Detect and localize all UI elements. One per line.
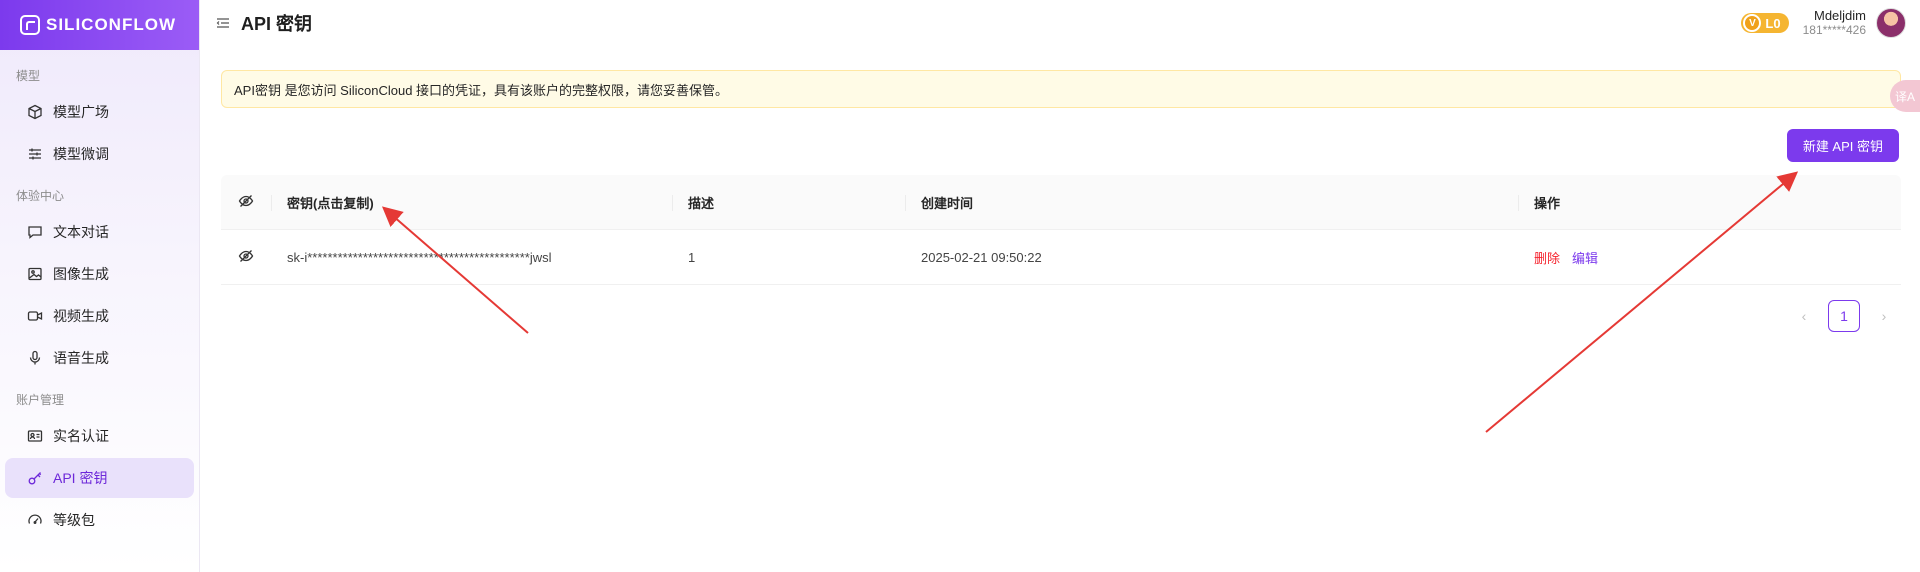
sidebar-item-image-gen[interactable]: 图像生成 (5, 254, 194, 294)
translate-float-button[interactable]: 译A (1890, 80, 1920, 112)
toggle-visibility-all[interactable] (221, 175, 271, 229)
key-description: 1 (688, 249, 696, 265)
sidebar-item-text-chat[interactable]: 文本对话 (5, 212, 194, 252)
sidebar-item-model-square[interactable]: 模型广场 (5, 92, 194, 132)
nav-section-account: 账户管理 (16, 392, 65, 407)
video-icon (27, 308, 43, 324)
topbar: API 密钥 V L0 Mdeljdim 181*****426 (201, 0, 1920, 46)
level-v-icon: V (1743, 14, 1762, 32)
api-key-table: 密钥(点击复制) 描述 创建时间 操作 sk-i****************… (221, 175, 1901, 285)
sidebar-item-api-keys[interactable]: API 密钥 (5, 458, 194, 498)
column-header-created: 创建时间 (905, 175, 1518, 229)
cube-icon (27, 104, 43, 120)
siliconflow-logo-icon (20, 15, 40, 35)
avatar[interactable] (1876, 8, 1906, 38)
key-icon (27, 470, 43, 486)
user-area: V L0 Mdeljdim 181*****426 (1741, 8, 1906, 38)
menu-collapse-icon[interactable] (215, 15, 231, 31)
sidebar-item-label: 图像生成 (53, 266, 109, 282)
gauge-icon (27, 512, 43, 528)
new-api-key-button[interactable]: 新建 API 密钥 (1786, 129, 1899, 162)
user-phone: 181*****426 (1802, 23, 1866, 37)
sidebar-item-label: 等级包 (53, 512, 95, 528)
level-badge[interactable]: V L0 (1741, 13, 1789, 33)
notice-banner: API密钥 是您访问 SiliconCloud 接口的凭证，具有该账户的完整权限… (221, 70, 1901, 108)
column-header-description: 描述 (672, 175, 905, 229)
toggle-visibility-row[interactable] (221, 230, 271, 284)
edit-key-link[interactable]: 编辑 (1572, 248, 1598, 267)
page-title: API 密钥 (241, 14, 313, 34)
key-created-time: 2025-02-21 09:50:22 (921, 249, 1042, 265)
column-header-key: 密钥(点击复制) (271, 175, 672, 229)
sidebar-item-label: 语音生成 (53, 350, 109, 366)
sidebar-item-model-finetune[interactable]: 模型微调 (5, 134, 194, 174)
nav-section-models: 模型 (16, 68, 41, 83)
image-icon (27, 266, 43, 282)
table-row: sk-i************************************… (221, 230, 1901, 285)
sidebar-item-label: 模型微调 (53, 146, 109, 162)
sliders-icon (27, 146, 43, 162)
delete-key-link[interactable]: 删除 (1534, 248, 1560, 267)
brand-name: SILICONFLOW (46, 15, 176, 34)
main-content: API 密钥 V L0 Mdeljdim 181*****426 API密钥 是… (201, 0, 1920, 572)
level-label: L0 (1765, 15, 1781, 31)
row-actions: 删除 编辑 (1518, 230, 1901, 284)
sidebar: SILICONFLOW 模型 模型广场 模型微调 体验中心 文本对话 图像生成 … (0, 0, 200, 572)
pagination: ‹ 1 › (1788, 300, 1900, 332)
user-info[interactable]: Mdeljdim 181*****426 (1803, 8, 1866, 38)
translate-icon: 译A (1894, 89, 1915, 104)
nav-section-playground: 体验中心 (16, 188, 65, 203)
notice-text: API密钥 是您访问 SiliconCloud 接口的凭证，具有该账户的完整权限… (234, 82, 729, 98)
table-header-row: 密钥(点击复制) 描述 创建时间 操作 (221, 175, 1901, 230)
sidebar-item-level-package[interactable]: 等级包 (5, 500, 194, 540)
api-key-value[interactable]: sk-i************************************… (271, 230, 672, 284)
chat-icon (27, 224, 43, 240)
logo[interactable]: SILICONFLOW (0, 0, 199, 50)
microphone-icon (27, 350, 43, 366)
sidebar-item-video-gen[interactable]: 视频生成 (5, 296, 194, 336)
sidebar-item-voice-gen[interactable]: 语音生成 (5, 338, 194, 378)
sidebar-item-label: 文本对话 (53, 224, 109, 240)
user-name: Mdeljdim (1813, 8, 1866, 23)
sidebar-item-label: 视频生成 (53, 308, 109, 324)
id-card-icon (27, 428, 43, 444)
sidebar-item-label: 模型广场 (53, 104, 109, 120)
prev-page-icon[interactable]: ‹ (1788, 300, 1820, 332)
eye-slash-icon (238, 248, 254, 267)
column-header-actions: 操作 (1518, 175, 1901, 229)
sidebar-item-label: API 密钥 (53, 470, 108, 486)
page-number-current[interactable]: 1 (1828, 300, 1860, 332)
sidebar-item-label: 实名认证 (53, 428, 109, 444)
eye-slash-icon (238, 193, 254, 212)
next-page-icon[interactable]: › (1868, 300, 1900, 332)
sidebar-item-realname[interactable]: 实名认证 (5, 416, 194, 456)
